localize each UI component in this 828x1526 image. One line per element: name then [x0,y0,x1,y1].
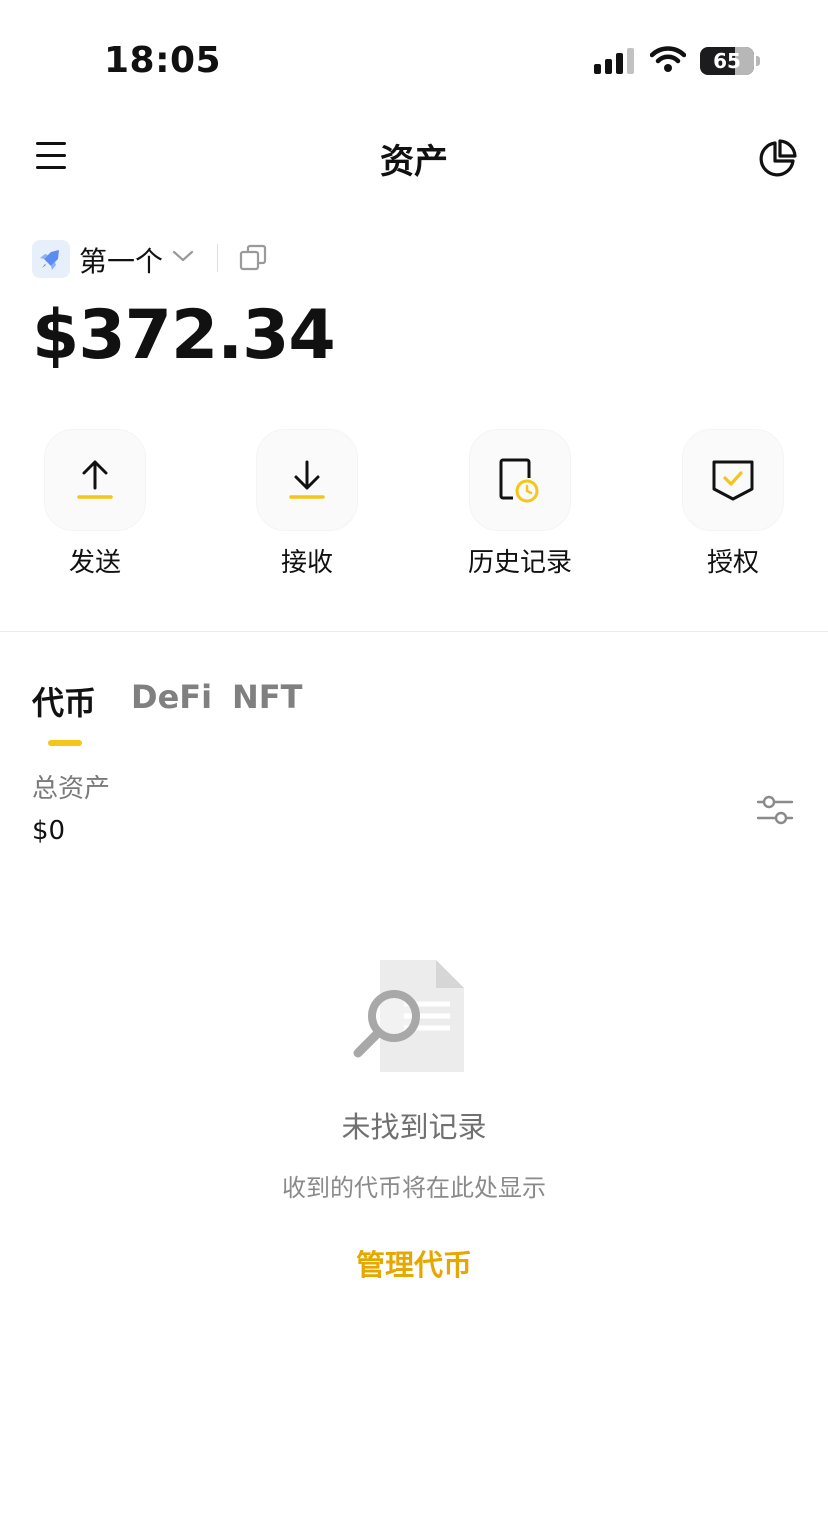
receive-label: 接收 [280,548,333,578]
send-label: 发送 [68,548,121,578]
history-label: 历史记录 [467,548,572,578]
receive-button[interactable]: 接收 [232,430,382,579]
status-time: 18:05 [104,40,222,81]
copy-icon[interactable] [238,243,268,273]
manage-tokens-link[interactable]: 管理代币 [0,1242,828,1284]
total-assets-value: $0 [32,816,66,846]
tab-defi[interactable]: DeFi [131,678,212,716]
rocket-icon [40,250,59,270]
tab-tokens[interactable]: 代币 [32,678,96,724]
send-button[interactable]: 发送 [20,430,170,579]
wallet-avatar[interactable] [32,240,70,278]
wallet-name[interactable]: 第一个 [79,240,163,280]
sliders-icon[interactable] [756,792,794,828]
empty-state-title: 未找到记录 [341,1110,487,1144]
wifi-icon [650,46,686,72]
wallet-balance: $372.34 [32,296,336,375]
download-arrow-icon [289,460,325,499]
cellular-signal-icon [594,48,634,74]
wallet-divider [217,244,218,272]
history-clock-icon [499,458,539,503]
section-divider [0,631,828,632]
total-assets-label: 总资产 [32,774,111,804]
chevron-down-icon[interactable] [172,249,194,263]
battery-icon: 65 [700,47,760,75]
tab-nft[interactable]: NFT [232,678,302,716]
active-tab-indicator [48,740,82,746]
authorize-label: 授权 [706,548,759,578]
authorize-button[interactable]: 授权 [658,430,808,579]
shield-check-icon [712,460,754,501]
pie-chart-icon[interactable] [756,138,798,180]
battery-percent: 65 [713,49,741,73]
page-title: 资产 [380,142,448,182]
search-document-icon [353,960,464,1072]
history-button[interactable]: 历史记录 [445,430,595,579]
upload-arrow-icon [77,460,113,499]
empty-state-subtitle: 收到的代币将在此处显示 [282,1174,546,1202]
